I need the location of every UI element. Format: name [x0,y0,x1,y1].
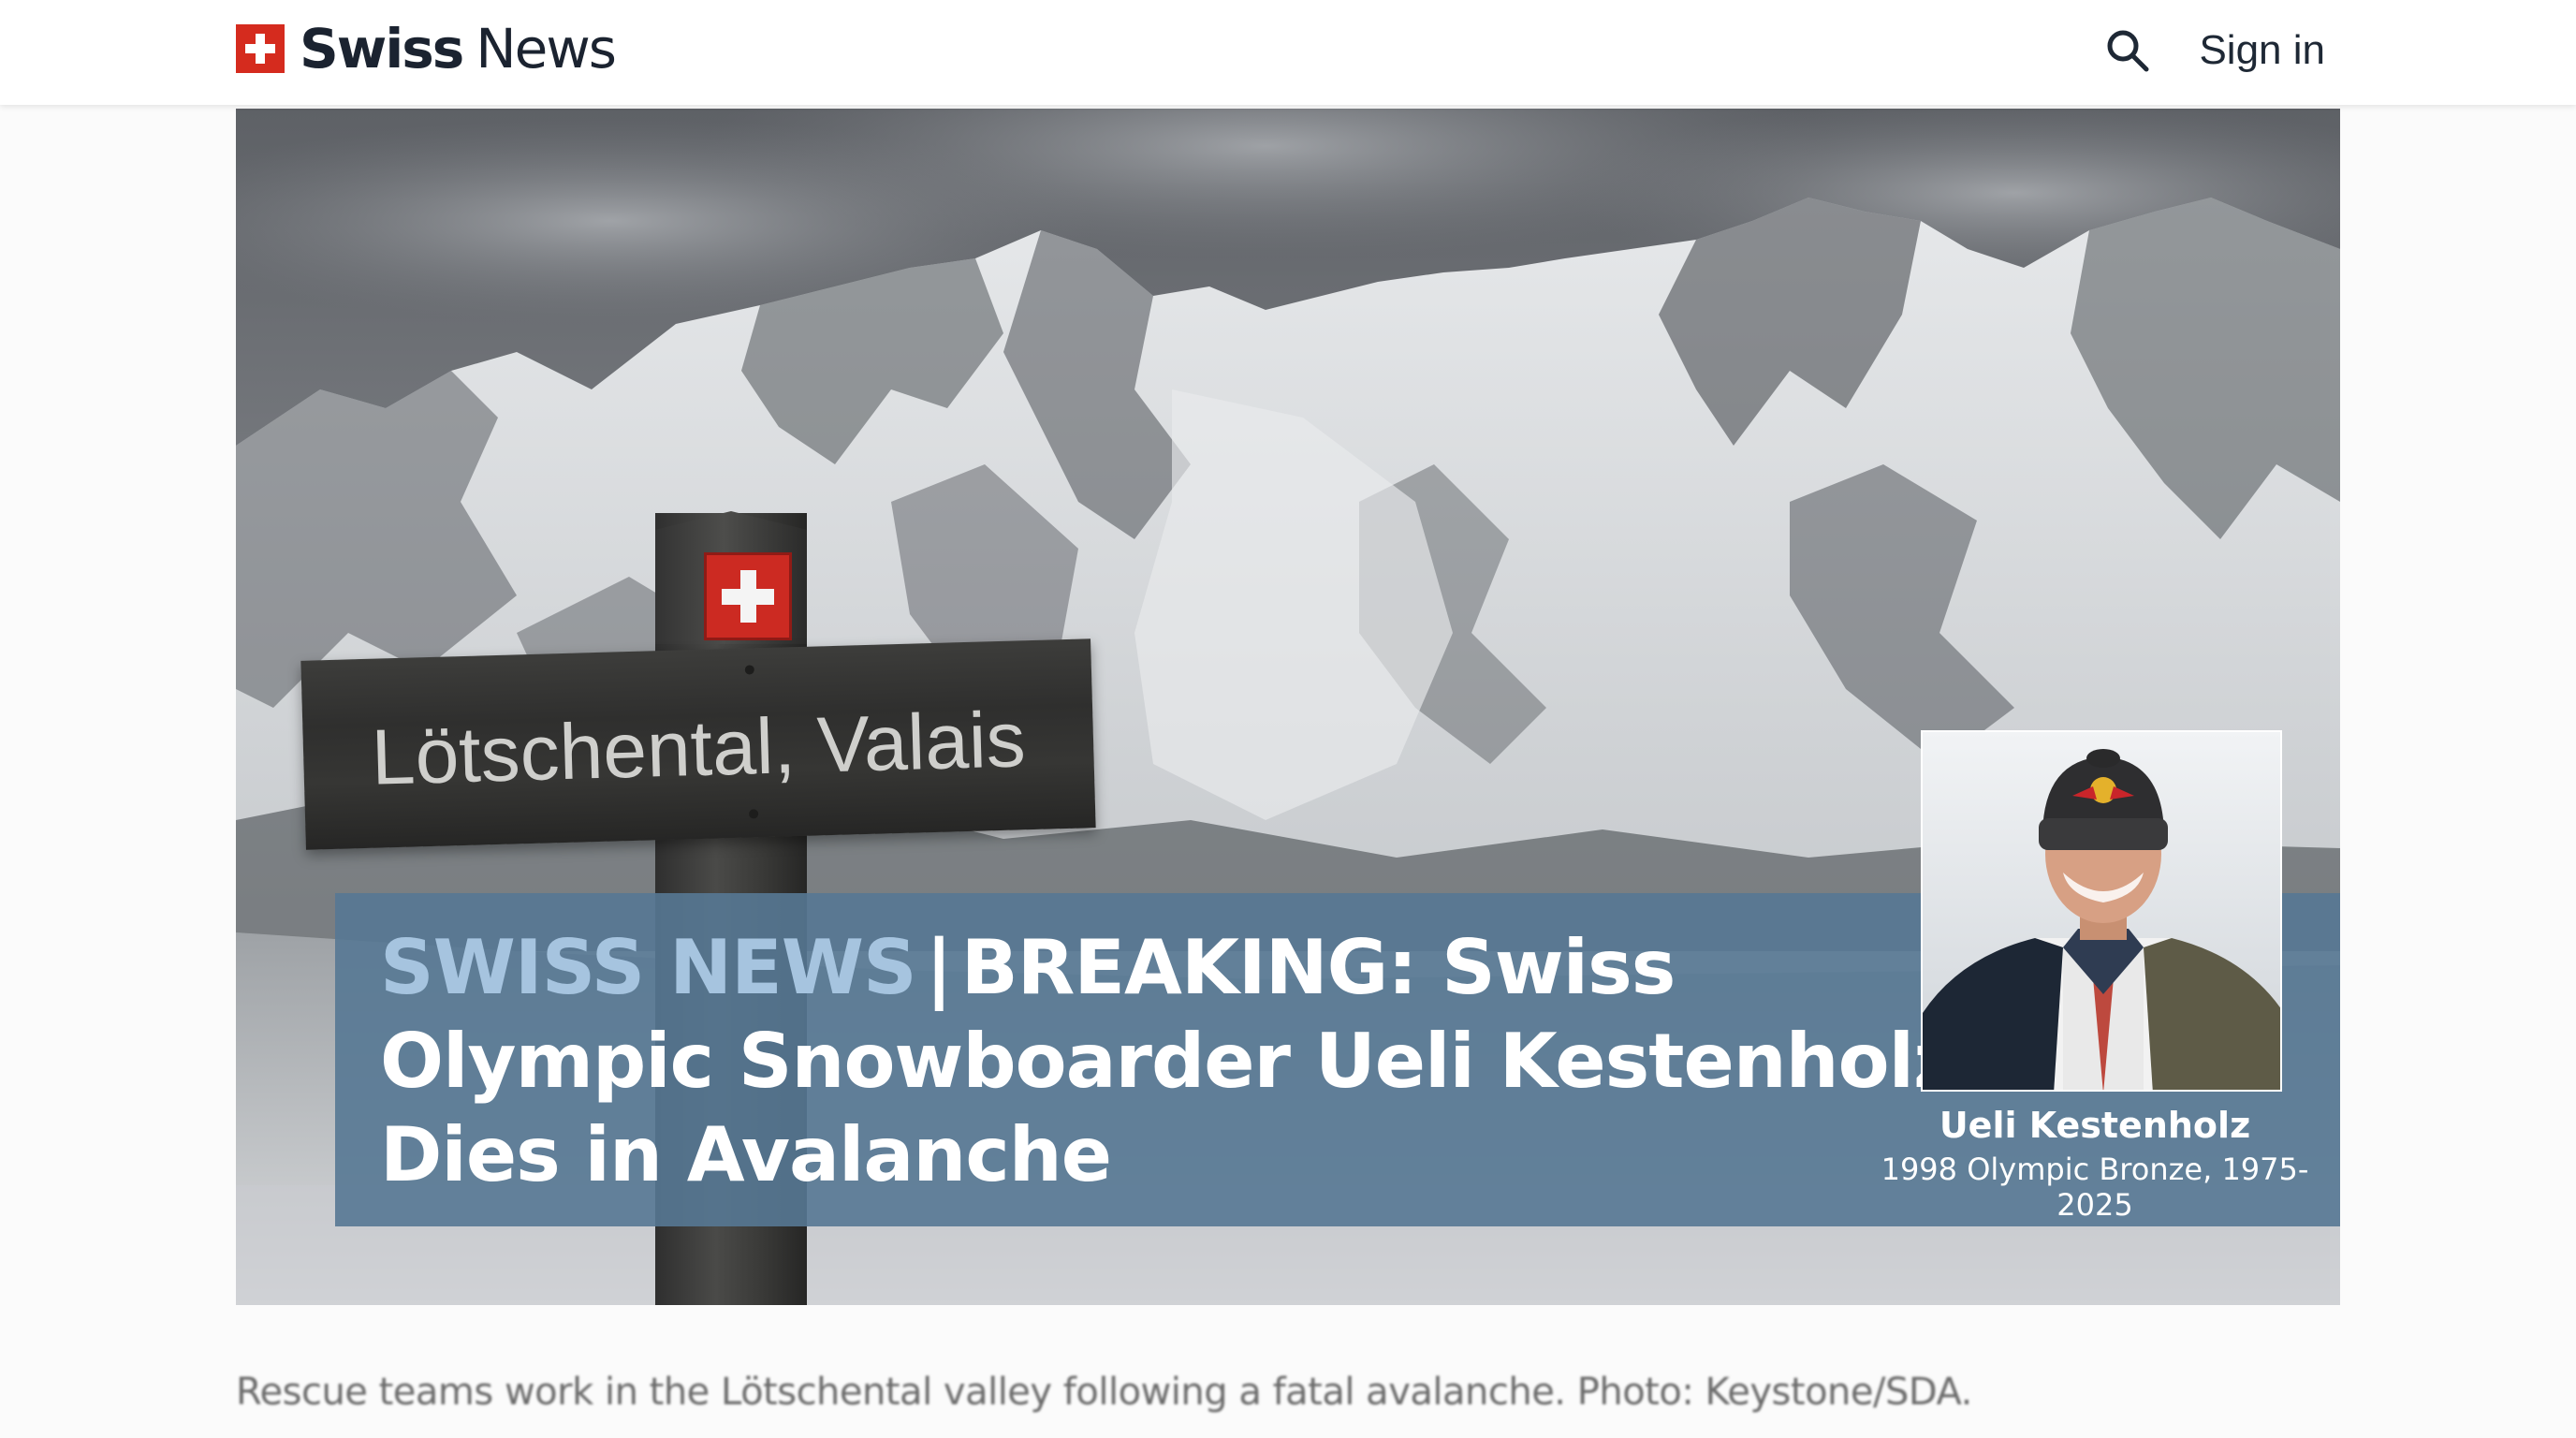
headline-kicker: SWISS NEWS [380,924,917,1011]
athlete-name: Ueli Kestenholz [1939,1105,2251,1146]
sign-screw [744,665,754,675]
location-sign-text: Lötschental, Valais [370,694,1027,801]
brand-logo[interactable]: Swiss News [236,17,617,81]
hero-image: Lötschental, Valais SWISS NEWS | BREAKING:… [236,109,2340,1305]
photo-caption: Rescue teams work in the Lötschental val… [236,1371,1972,1414]
headline-separator: | [925,924,953,1011]
search-icon[interactable] [2098,21,2158,81]
athlete-caption: 1998 Olympic Bronze, 1975-2025 [1881,1152,2309,1223]
athlete-portrait [1921,730,2282,1092]
location-sign: Lötschental, Valais [300,638,1096,850]
brand-name-bold: Swiss [300,17,464,81]
swiss-flag-icon [236,24,285,73]
header-actions: Sign in [2098,21,2325,81]
site-header: Swiss News Sign in [0,0,2576,105]
article-headline[interactable]: SWISS NEWS | BREAKING: Swiss Olympic Snowb… [380,921,1971,1202]
sign-in-link[interactable]: Sign in [2199,27,2325,74]
sign-screw [748,809,759,819]
swiss-flag-sign-icon [704,552,792,640]
brand-name-regular: News [476,17,617,81]
